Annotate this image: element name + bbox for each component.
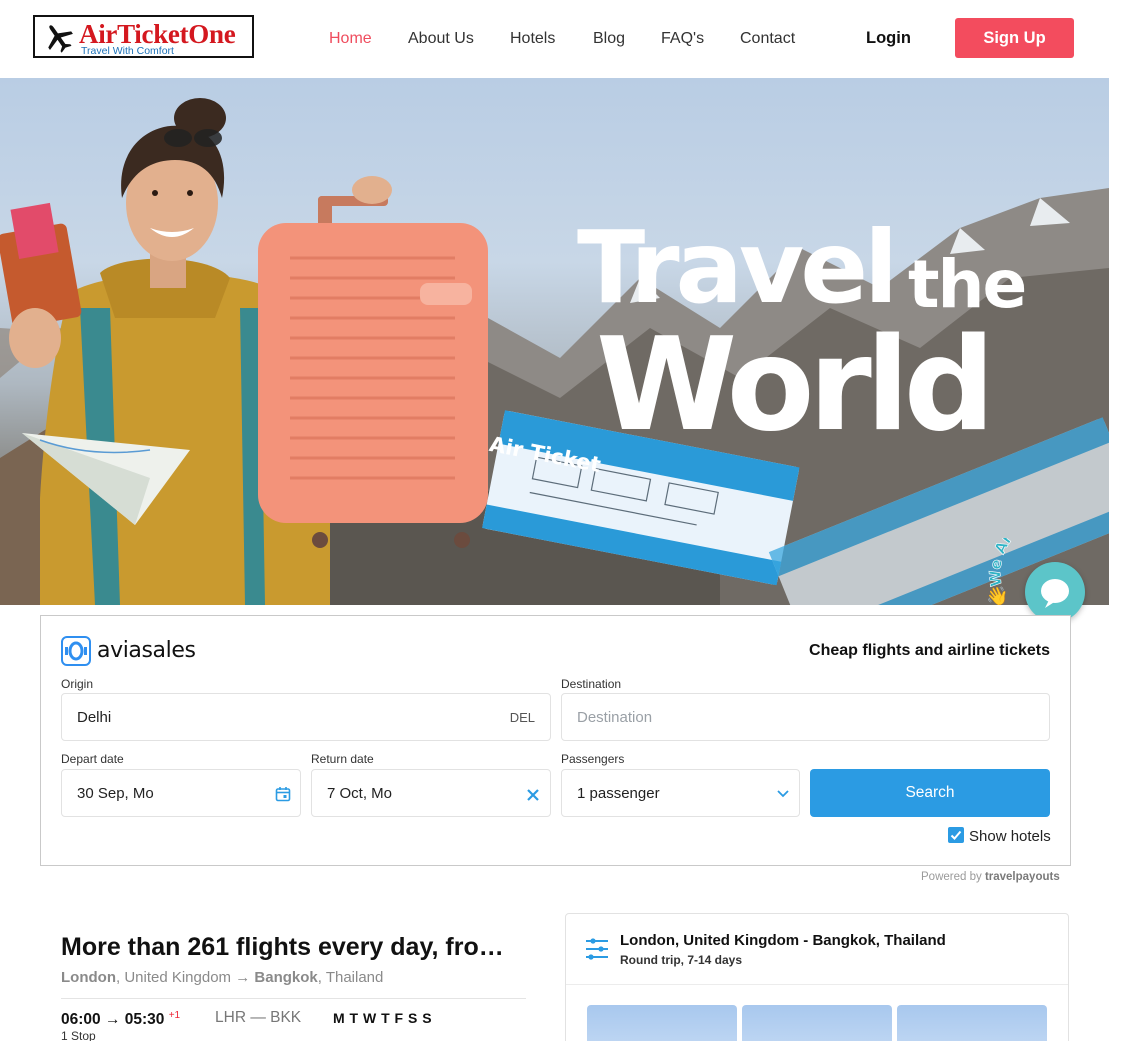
aviasales-logo-icon xyxy=(61,636,91,666)
flight-airports: LHR — BKK xyxy=(215,1009,302,1026)
powered-by-brand: travelpayouts xyxy=(984,871,1060,883)
hero-title-the: the xyxy=(908,246,1027,323)
destination-field[interactable]: Destination xyxy=(561,693,1050,741)
nav-about-us[interactable]: About Us xyxy=(408,30,474,48)
destination-placeholder: Destination xyxy=(577,709,653,726)
chat-button[interactable] xyxy=(1025,562,1085,622)
filter-sliders-icon xyxy=(586,938,608,960)
route-origin-country: , United Kingdom → xyxy=(115,969,251,986)
price-tile[interactable] xyxy=(587,1005,737,1041)
destination-label: Destination xyxy=(561,677,622,691)
route-card[interactable]: London, United Kingdom - Bangkok, Thaila… xyxy=(565,913,1069,1041)
nav-blog[interactable]: Blog xyxy=(593,30,625,48)
origin-code: DEL xyxy=(509,710,535,725)
nav-faqs[interactable]: FAQ's xyxy=(661,30,704,48)
return-label: Return date xyxy=(311,752,374,766)
show-hotels-label[interactable]: Show hotels xyxy=(969,828,1051,845)
airplane-icon xyxy=(48,25,73,53)
site-header: AirTicketOne Travel With Comfort Home Ab… xyxy=(0,0,1110,78)
checkmark-icon xyxy=(950,830,962,840)
flight-time-range: 06:00 → 05:30 xyxy=(61,1011,165,1028)
route-card-subtitle: Round trip, 7-14 days xyxy=(620,953,743,967)
signup-button[interactable]: Sign Up xyxy=(955,18,1074,58)
return-date-value: 7 Oct, Mo xyxy=(327,785,393,802)
flight-search-widget: aviasales Cheap flights and airline tick… xyxy=(40,615,1071,866)
origin-label: Origin xyxy=(61,677,94,691)
passengers-select[interactable]: 1 passenger xyxy=(561,769,800,817)
depart-date-field[interactable]: 30 Sep, Mo xyxy=(61,769,301,817)
flights-route: London, United Kingdom → Bangkok, Thaila… xyxy=(61,969,383,986)
search-slogan: Cheap flights and airline tickets xyxy=(809,642,1050,659)
next-day-marker: +1 xyxy=(168,1010,181,1021)
route-origin-city: London xyxy=(61,969,116,986)
return-date-field[interactable]: 7 Oct, Mo xyxy=(311,769,551,817)
price-tile[interactable] xyxy=(897,1005,1047,1041)
divider xyxy=(61,998,526,999)
passengers-label: Passengers xyxy=(561,752,625,766)
flight-weekdays: M T W T F S S xyxy=(333,1010,433,1026)
powered-by-text: Powered by xyxy=(921,871,982,883)
chat-icon xyxy=(1041,579,1069,608)
show-hotels-checkbox[interactable] xyxy=(948,827,964,843)
chevron-down-icon xyxy=(777,790,789,798)
powered-by[interactable]: Powered by travelpayouts xyxy=(921,871,1060,883)
nav-hotels[interactable]: Hotels xyxy=(510,30,555,48)
clear-icon[interactable] xyxy=(526,788,540,802)
nav-contact[interactable]: Contact xyxy=(740,30,795,48)
depart-date-value: 30 Sep, Mo xyxy=(77,785,154,802)
waving-hand-icon: 👋 xyxy=(986,586,1008,607)
price-tile[interactable] xyxy=(742,1005,892,1041)
divider xyxy=(566,984,1068,985)
login-link[interactable]: Login xyxy=(866,29,911,48)
logo-tagline: Travel With Comfort xyxy=(81,45,174,57)
site-logo[interactable]: AirTicketOne Travel With Comfort xyxy=(33,15,254,58)
depart-label: Depart date xyxy=(61,752,124,766)
search-button[interactable]: Search xyxy=(810,769,1050,817)
flight-times: 06:00 → 05:30 +1 xyxy=(61,1010,180,1029)
aviasales-brand: aviasales xyxy=(97,638,196,663)
nav-home[interactable]: Home xyxy=(329,30,372,48)
calendar-icon[interactable] xyxy=(275,786,291,802)
logo-wordmark: AirTicketOne xyxy=(79,19,236,49)
hero-banner: Travel the World Air Ticket xyxy=(0,78,1109,605)
flight-stops: 1 Stop xyxy=(61,1029,96,1041)
origin-value: Delhi xyxy=(77,709,112,726)
hero-title-world: World xyxy=(596,311,995,460)
passengers-value: 1 passenger xyxy=(577,785,660,802)
route-dest-city: Bangkok xyxy=(254,969,318,986)
hero-title-travel: Travel xyxy=(577,209,898,326)
origin-field[interactable]: Delhi DEL xyxy=(61,693,551,741)
route-card-title: London, United Kingdom - Bangkok, Thaila… xyxy=(620,932,946,949)
route-dest-country: , Thailand xyxy=(317,969,384,986)
flights-heading: More than 261 flights every day, fro… xyxy=(61,933,504,961)
